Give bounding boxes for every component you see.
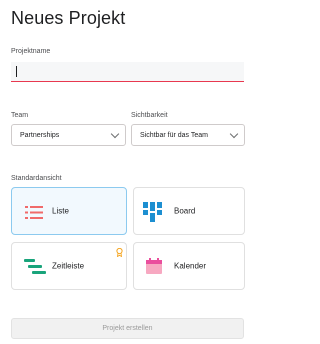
- view-option-timeline[interactable]: Zeitleiste: [11, 242, 127, 290]
- view-option-label: Liste: [52, 206, 69, 216]
- team-selected-value: Partnerships: [20, 131, 60, 139]
- premium-icon: [116, 248, 123, 257]
- view-option-list[interactable]: Liste: [11, 187, 127, 235]
- default-view-label: Standardansicht: [11, 175, 62, 182]
- view-option-board[interactable]: Board: [133, 187, 245, 235]
- view-option-label: Board: [174, 206, 196, 216]
- team-select[interactable]: Partnerships: [11, 124, 126, 146]
- chevron-down-icon: [229, 129, 239, 138]
- project-name-label: Projektname: [11, 48, 51, 55]
- view-option-label: Zeitleiste: [52, 261, 85, 271]
- visibility-select[interactable]: Sichtbar für das Team: [131, 124, 245, 146]
- view-option-label: Kalender: [174, 261, 207, 271]
- team-label: Team: [11, 112, 29, 119]
- list-icon: [25, 206, 43, 219]
- project-name-input[interactable]: [11, 62, 244, 82]
- visibility-selected-value: Sichtbar für das Team: [140, 131, 208, 139]
- visibility-label: Sichtbarkeit: [131, 112, 168, 119]
- board-icon: [143, 202, 162, 222]
- create-project-button[interactable]: Projekt erstellen: [11, 318, 244, 339]
- calendar-icon: [146, 258, 162, 274]
- dialog-title: Neues Projekt: [11, 8, 126, 28]
- timeline-icon: [24, 259, 46, 274]
- view-option-calendar[interactable]: Kalender: [133, 242, 245, 290]
- chevron-down-icon: [110, 129, 120, 138]
- text-cursor: [16, 66, 17, 77]
